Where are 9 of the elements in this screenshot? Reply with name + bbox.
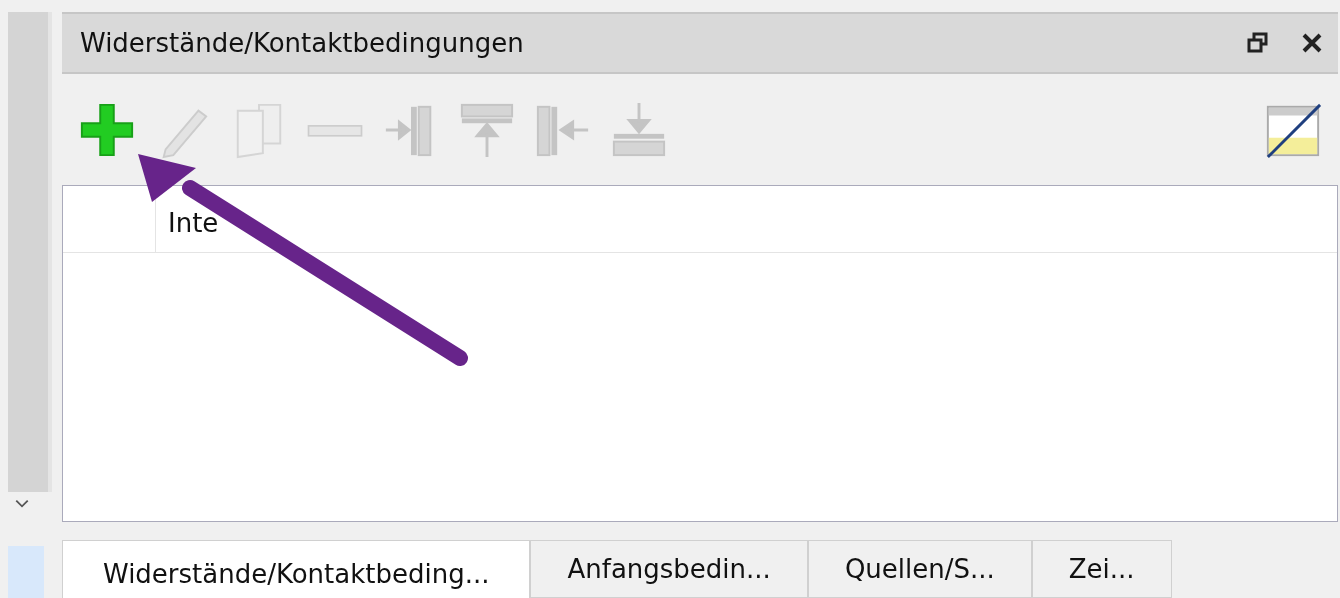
tab[interactable]: Anfangsbedin... — [530, 540, 808, 598]
restore-icon[interactable] — [1246, 30, 1270, 55]
tab[interactable]: Widerstände/Kontaktbeding... — [62, 540, 531, 598]
tab[interactable]: Zei... — [1031, 540, 1172, 598]
panel-title: Widerstände/Kontaktbedingungen — [80, 27, 525, 58]
column-header[interactable]: Inte — [168, 208, 219, 239]
tab[interactable]: Quellen/S... — [807, 540, 1032, 598]
chevron-down-icon[interactable] — [14, 498, 30, 510]
list-item[interactable] — [8, 546, 44, 598]
